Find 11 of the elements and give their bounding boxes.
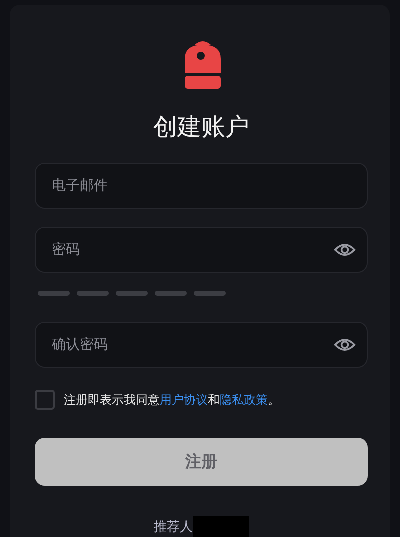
privacy-link[interactable]: 隐私政策 xyxy=(220,392,268,406)
terms-link[interactable]: 用户协议 xyxy=(160,392,208,406)
redaction-block xyxy=(193,516,249,537)
page-title: 创建账户 xyxy=(152,112,250,143)
agreement-text: 注册即表示我同意用户协议和隐私政策。 xyxy=(64,392,280,408)
input-field[interactable]: 电子邮件 xyxy=(35,163,368,209)
input-field[interactable]: 密码 xyxy=(35,227,368,273)
backpack-icon xyxy=(184,39,220,89)
referrer-label: 推荐人 xyxy=(154,519,193,536)
checkbox[interactable] xyxy=(35,390,55,410)
input-field[interactable]: 确认密码 xyxy=(35,322,368,368)
